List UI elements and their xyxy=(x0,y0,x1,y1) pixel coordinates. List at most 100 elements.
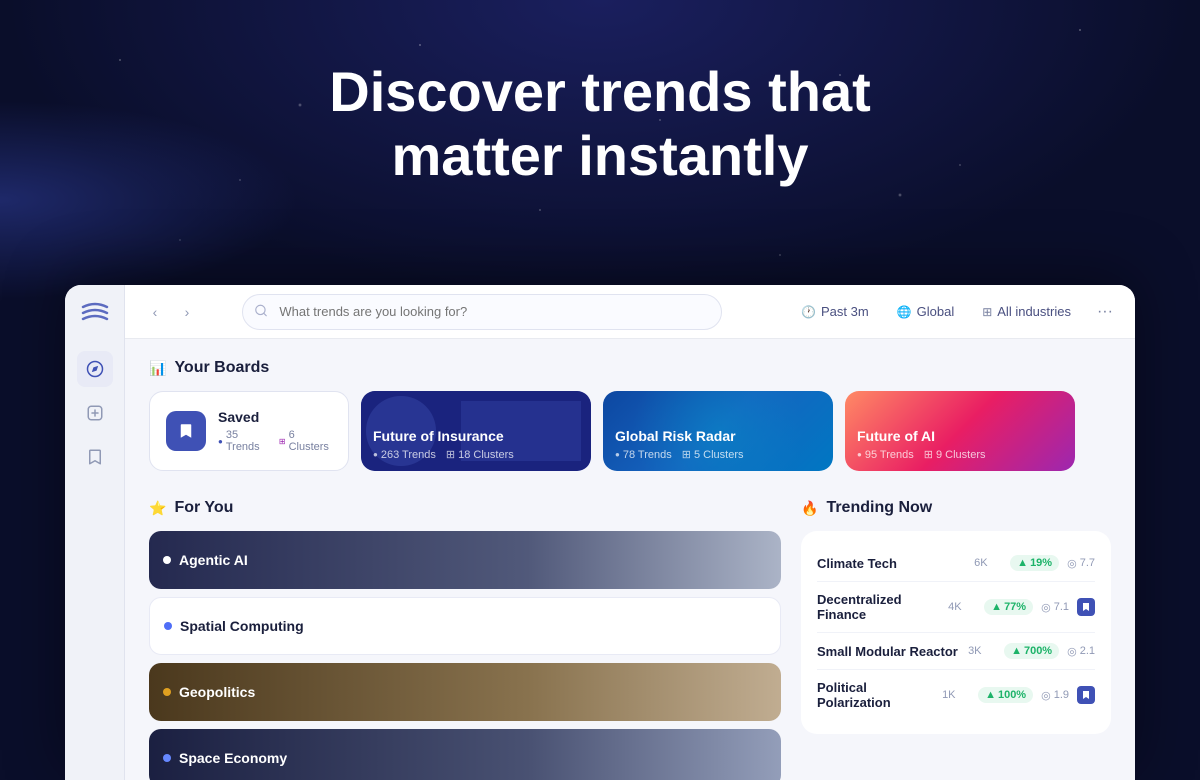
saved-clusters-count: ⊞ 6 Clusters xyxy=(279,429,332,453)
for-you-section-header: ⭐ For You xyxy=(149,499,781,517)
trend-score-defi: ◎ 7.1 xyxy=(1041,601,1069,614)
search-bar xyxy=(242,294,722,330)
filter-time-label: Past 3m xyxy=(821,304,869,319)
search-input[interactable] xyxy=(242,294,722,330)
trend-badge-defi: ▲ 77% xyxy=(984,599,1033,615)
saved-board-meta: ● 35 Trends ⊞ 6 Clusters xyxy=(218,429,332,453)
ai-clusters: ⊞ 9 Clusters xyxy=(924,448,986,461)
trend-name-spatial: Spatial Computing xyxy=(180,618,304,634)
nav-forward-button[interactable]: › xyxy=(173,298,201,326)
trend-count-reactor: 3K xyxy=(968,645,996,657)
left-column: ⭐ For You Agentic AI Spatial Computing xyxy=(149,499,781,780)
industry-icon: ⊞ xyxy=(982,305,992,319)
nav-back-button[interactable]: ‹ xyxy=(141,298,169,326)
for-you-title: For You xyxy=(174,499,233,517)
trending-row-defi[interactable]: Decentralized Finance 4K ▲ 77% ◎ 7.1 xyxy=(817,582,1095,633)
dot-icon: ● xyxy=(218,437,223,446)
trend-item-agentic[interactable]: Agentic AI xyxy=(149,531,781,589)
trend-count-political: 1K xyxy=(942,689,970,701)
search-icon xyxy=(254,303,268,320)
hero-title-line1: Discover trends that xyxy=(0,60,1200,124)
filter-time-chip[interactable]: 🕐 Past 3m xyxy=(793,300,877,323)
trending-section-header: 🔥 Trending Now xyxy=(801,499,1111,517)
trend-score-climate: ◎ 7.7 xyxy=(1067,557,1095,570)
fire-icon: 🔥 xyxy=(801,500,818,517)
two-col-layout: ⭐ For You Agentic AI Spatial Computing xyxy=(149,499,1111,780)
board-card-saved[interactable]: Saved ● 35 Trends ⊞ 6 Clusters xyxy=(149,391,349,471)
trend-count-defi: 4K xyxy=(948,601,976,613)
board-meta-risk: ● 78 Trends ⊞ 5 Clusters xyxy=(615,448,821,461)
trending-name-political: Political Polarization xyxy=(817,680,934,710)
trending-list: Climate Tech 6K ▲ 19% ◎ 7.7 xyxy=(801,531,1111,734)
topbar-filters: 🕐 Past 3m 🌐 Global ⊞ All industries ··· xyxy=(793,298,1119,326)
filter-industry-label: All industries xyxy=(997,304,1071,319)
saved-board-name: Saved xyxy=(218,409,332,425)
app-window: ‹ › 🕐 Past 3m 🌐 Gl xyxy=(65,285,1135,780)
risk-trends: ● 78 Trends xyxy=(615,448,672,461)
trend-badge-political: ▲ 100% xyxy=(978,687,1033,703)
trend-score-political: ◎ 1.9 xyxy=(1041,689,1069,702)
clock-icon: 🕐 xyxy=(801,305,816,319)
filter-region-chip[interactable]: 🌐 Global xyxy=(889,300,963,323)
trend-count-climate: 6K xyxy=(974,557,1002,569)
more-options-button[interactable]: ··· xyxy=(1091,298,1119,326)
hero-title-line2: matter instantly xyxy=(0,124,1200,188)
saved-icon xyxy=(166,411,206,451)
dot-icon xyxy=(163,754,171,762)
trend-item-spatial[interactable]: Spatial Computing xyxy=(149,597,781,655)
trending-row-political[interactable]: Political Polarization 1K ▲ 100% ◎ 1.9 xyxy=(817,670,1095,720)
main-content: ‹ › 🕐 Past 3m 🌐 Gl xyxy=(125,285,1135,780)
saved-trends-count: ● 35 Trends xyxy=(218,429,269,453)
trending-row-climate[interactable]: Climate Tech 6K ▲ 19% ◎ 7.7 xyxy=(817,545,1095,582)
hero-title: Discover trends that matter instantly xyxy=(0,60,1200,189)
trending-name-defi: Decentralized Finance xyxy=(817,592,940,622)
trend-name-geopolitics: Geopolitics xyxy=(179,684,255,700)
boards-section-title: Your Boards xyxy=(174,359,269,377)
sidebar-logo xyxy=(77,295,113,331)
board-info-ai: Future of AI ● 95 Trends ⊞ 9 Clusters xyxy=(857,428,1063,461)
ins-trends: ● 263 Trends xyxy=(373,448,436,461)
sidebar xyxy=(65,285,125,780)
dot-icon xyxy=(163,556,171,564)
dot-icon xyxy=(163,688,171,696)
boards-icon: 📊 xyxy=(149,360,166,377)
sidebar-item-compass[interactable] xyxy=(77,351,113,387)
bookmark-icon-political xyxy=(1077,686,1095,704)
ai-trends: ● 95 Trends xyxy=(857,448,914,461)
dot-icon: ⊞ xyxy=(279,437,286,446)
boards-section-header: 📊 Your Boards xyxy=(149,359,1111,377)
right-column: 🔥 Trending Now Climate Tech 6K ▲ 19% xyxy=(801,499,1111,780)
topbar: ‹ › 🕐 Past 3m 🌐 Gl xyxy=(125,285,1135,339)
board-card-insurance[interactable]: Future of Insurance ● 263 Trends ⊞ 18 Cl… xyxy=(361,391,591,471)
trend-item-space[interactable]: Space Economy xyxy=(149,729,781,780)
board-meta-ins: ● 263 Trends ⊞ 18 Clusters xyxy=(373,448,579,461)
board-name-ins: Future of Insurance xyxy=(373,428,579,444)
trend-badge-reactor: ▲ 700% xyxy=(1004,643,1059,659)
trend-score-reactor: ◎ 2.1 xyxy=(1067,645,1095,658)
star-icon: ⭐ xyxy=(149,500,166,517)
trend-badge-climate: ▲ 19% xyxy=(1010,555,1059,571)
sidebar-item-add[interactable] xyxy=(77,395,113,431)
sidebar-item-bookmark[interactable] xyxy=(77,439,113,475)
for-you-list: Agentic AI Spatial Computing Geopolitics xyxy=(149,531,781,780)
board-card-risk[interactable]: Global Risk Radar ● 78 Trends ⊞ 5 Cluste… xyxy=(603,391,833,471)
board-card-ai[interactable]: Future of AI ● 95 Trends ⊞ 9 Clusters xyxy=(845,391,1075,471)
boards-row: Saved ● 35 Trends ⊞ 6 Clusters xyxy=(149,391,1111,471)
content-area: 📊 Your Boards Saved ● xyxy=(125,339,1135,780)
board-meta-ai: ● 95 Trends ⊞ 9 Clusters xyxy=(857,448,1063,461)
trend-name-agentic: Agentic AI xyxy=(179,552,248,568)
filter-region-label: Global xyxy=(917,304,955,319)
board-info-ins: Future of Insurance ● 263 Trends ⊞ 18 Cl… xyxy=(373,428,579,461)
board-name-risk: Global Risk Radar xyxy=(615,428,821,444)
board-info-risk: Global Risk Radar ● 78 Trends ⊞ 5 Cluste… xyxy=(615,428,821,461)
trending-name-climate: Climate Tech xyxy=(817,556,966,571)
ins-clusters: ⊞ 18 Clusters xyxy=(446,448,514,461)
trending-row-reactor[interactable]: Small Modular Reactor 3K ▲ 700% ◎ 2.1 xyxy=(817,633,1095,670)
trending-section-title: Trending Now xyxy=(826,499,932,517)
saved-board-info: Saved ● 35 Trends ⊞ 6 Clusters xyxy=(218,409,332,453)
nav-arrows: ‹ › xyxy=(141,298,201,326)
trend-item-geopolitics[interactable]: Geopolitics xyxy=(149,663,781,721)
filter-industry-chip[interactable]: ⊞ All industries xyxy=(974,300,1079,323)
bookmark-icon-defi xyxy=(1077,598,1095,616)
trend-name-space: Space Economy xyxy=(179,750,287,766)
